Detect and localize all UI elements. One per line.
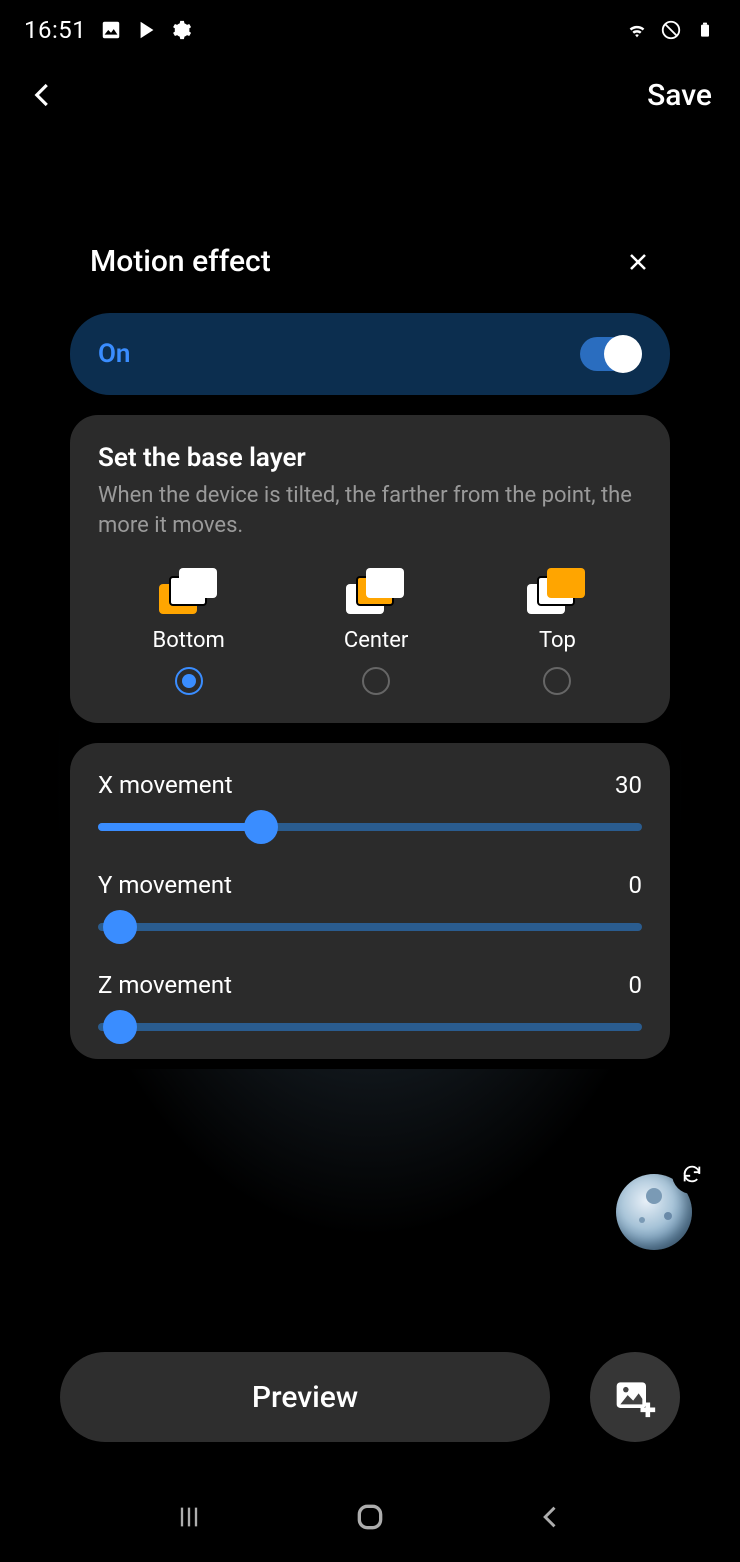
wifi-icon: [626, 19, 648, 41]
base-layer-section: Set the base layer When the device is ti…: [70, 415, 670, 723]
preview-button[interactable]: Preview: [60, 1352, 550, 1442]
back-button[interactable]: [28, 80, 58, 110]
status-time: 16:51: [24, 16, 86, 44]
preview-label: Preview: [252, 1380, 358, 1415]
layer-label: Bottom: [153, 628, 225, 653]
nav-home-button[interactable]: [354, 1501, 386, 1537]
layer-label: Top: [539, 628, 576, 653]
slider-z-value: 0: [629, 971, 643, 999]
slider-y[interactable]: [98, 923, 642, 931]
save-button[interactable]: Save: [647, 78, 712, 113]
slider-y-value: 0: [629, 871, 643, 899]
slider-thumb[interactable]: [244, 810, 278, 844]
layers-icon: [527, 564, 587, 614]
motion-toggle-row[interactable]: On: [70, 313, 670, 395]
nav-recents-button[interactable]: [175, 1503, 203, 1535]
system-nav-bar: [0, 1494, 740, 1544]
slider-thumb[interactable]: [103, 1010, 137, 1044]
slider-x-group: X movement 30: [98, 771, 642, 831]
layers-icon: [346, 564, 406, 614]
layer-label: Center: [344, 628, 408, 653]
nav-back-button[interactable]: [537, 1503, 565, 1535]
status-right: [626, 19, 716, 41]
base-layer-title: Set the base layer: [98, 443, 642, 473]
gear-icon: [172, 19, 194, 41]
movement-section: X movement 30 Y movement 0 Z movement 0: [70, 743, 670, 1059]
radio-top[interactable]: [543, 667, 571, 695]
preview-thumbnail[interactable]: [604, 1162, 704, 1262]
bottom-actions: Preview: [0, 1352, 740, 1442]
motion-effect-panel: Motion effect On Set the base layer When…: [60, 220, 680, 1069]
battery-icon: [694, 19, 716, 41]
slider-x-label: X movement: [98, 771, 233, 799]
layer-option-bottom[interactable]: Bottom: [153, 564, 225, 695]
slider-thumb[interactable]: [103, 910, 137, 944]
base-layer-desc: When the device is tilted, the farther f…: [98, 481, 642, 540]
layer-option-center[interactable]: Center: [344, 564, 408, 695]
slider-x[interactable]: [98, 823, 642, 831]
radio-bottom[interactable]: [175, 667, 203, 695]
no-signal-icon: [660, 19, 682, 41]
slider-y-label: Y movement: [98, 871, 232, 899]
gallery-icon: [100, 19, 122, 41]
status-left: 16:51: [24, 16, 194, 44]
panel-header: Motion effect: [60, 220, 680, 303]
toggle-label: On: [98, 339, 130, 369]
layer-options-group: Bottom Center Top: [98, 564, 642, 695]
slider-z-label: Z movement: [98, 971, 232, 999]
slider-z-group: Z movement 0: [98, 971, 642, 1031]
motion-toggle-switch[interactable]: [580, 337, 642, 371]
radio-center[interactable]: [362, 667, 390, 695]
add-image-icon: [613, 1375, 657, 1419]
add-image-button[interactable]: [590, 1352, 680, 1442]
layers-icon: [159, 564, 219, 614]
slider-x-value: 30: [615, 771, 642, 799]
status-bar: 16:51: [0, 0, 740, 60]
panel-title: Motion effect: [90, 244, 271, 279]
play-store-icon: [136, 19, 158, 41]
layer-option-top[interactable]: Top: [527, 564, 587, 695]
toggle-knob: [604, 335, 642, 373]
close-button[interactable]: [626, 250, 650, 274]
slider-y-group: Y movement 0: [98, 871, 642, 931]
slider-z[interactable]: [98, 1023, 642, 1031]
refresh-badge[interactable]: [672, 1154, 712, 1194]
top-bar: Save: [0, 60, 740, 130]
